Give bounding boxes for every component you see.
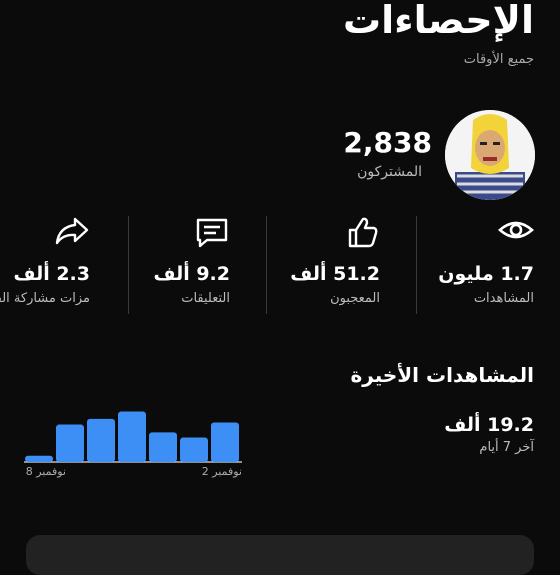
subscriber-count: 2,838 <box>343 126 432 159</box>
stat-comments[interactable]: 9.2 ألف التعليقات <box>130 215 230 315</box>
chart-bar[interactable] <box>211 422 239 462</box>
comment-icon <box>196 218 228 248</box>
stat-shares[interactable]: 2.3 ألف مزات مشاركة الفي <box>0 215 90 315</box>
divider <box>266 216 267 314</box>
stat-likes[interactable]: 51.2 ألف المعجبون <box>270 215 380 315</box>
subscriber-label: المشتركون <box>357 164 422 180</box>
avatar[interactable] <box>445 110 535 200</box>
stat-label: المشاهدات <box>473 291 534 306</box>
recent-views-title: المشاهدات الأخيرة <box>350 363 534 387</box>
chart-bar[interactable] <box>56 424 84 462</box>
avatar-figure-icon <box>445 110 535 200</box>
stat-label: التعليقات <box>181 291 230 306</box>
chart-bar[interactable] <box>180 437 208 462</box>
thumbs-up-icon <box>348 217 378 248</box>
stat-views[interactable]: 1.7 مليون المشاهدات <box>424 215 534 315</box>
stat-value: 2.3 ألف <box>13 263 90 285</box>
tick-label-end: 2 نوفمبر <box>202 465 242 478</box>
recent-views-chart[interactable]: 8 نوفمبر 2 نوفمبر <box>24 404 244 480</box>
recent-views-period: آخر 7 أيام <box>479 440 534 455</box>
time-range-label[interactable]: جميع الأوقات <box>464 52 534 67</box>
stat-value: 9.2 ألف <box>153 263 230 285</box>
stat-value: 51.2 ألف <box>290 263 380 285</box>
divider <box>416 216 417 314</box>
chart-bar[interactable] <box>118 411 146 462</box>
bottom-card[interactable] <box>26 535 534 575</box>
eye-icon <box>498 221 534 239</box>
recent-views-value: 19.2 ألف <box>444 414 534 436</box>
divider <box>128 216 129 314</box>
stat-label: مزات مشاركة الفي <box>0 291 90 306</box>
share-icon <box>55 217 89 245</box>
chart-bar[interactable] <box>25 455 53 462</box>
stat-label: المعجبون <box>330 291 380 306</box>
chart-bar[interactable] <box>87 418 115 462</box>
chart-bar[interactable] <box>149 432 177 462</box>
bar-chart-svg: 8 نوفمبر 2 نوفمبر <box>24 411 242 478</box>
stat-value: 1.7 مليون <box>438 263 534 285</box>
tick-label-start: 8 نوفمبر <box>26 465 66 478</box>
page-title: الإحصاءات <box>342 0 534 42</box>
